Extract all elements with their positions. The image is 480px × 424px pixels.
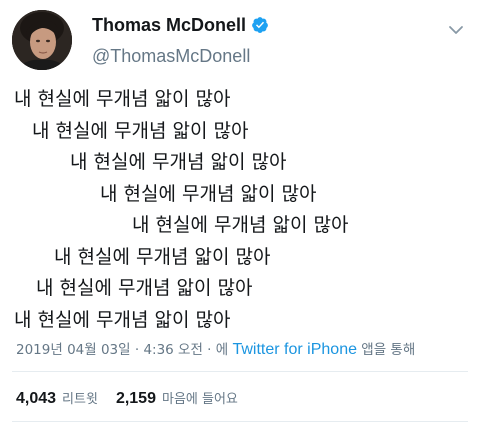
tweet-meta: 2019년 04월 03일 · 4:36 오전 · 에 Twitter for … xyxy=(16,338,415,359)
avatar[interactable] xyxy=(12,10,72,70)
author-names: Thomas McDonell @ThomasMcDonell xyxy=(92,14,269,67)
tweet-line: 내 현실에 무개념 앏이 많아 xyxy=(36,277,253,299)
tweet-text: 내 현실에 무개념 앏이 많아 내 현실에 무개념 앏이 많아 내 현실에 무개… xyxy=(14,84,474,336)
likes-label[interactable]: 마음에 들어요 xyxy=(162,388,238,407)
divider xyxy=(12,421,468,422)
meta-separator: · 에 xyxy=(202,342,233,358)
tweet-card: Thomas McDonell @ThomasMcDonell 내 현실에 무개… xyxy=(0,0,480,424)
tweet-line: 내 현실에 무개념 앏이 많아 xyxy=(70,151,287,173)
retweets-label[interactable]: 리트윗 xyxy=(62,388,98,407)
tweet-line: 내 현실에 무개념 앏이 많아 xyxy=(14,308,231,331)
chevron-down-icon[interactable] xyxy=(446,20,466,40)
tweet-line: 내 현실에 무개념 앏이 많아 xyxy=(32,119,249,142)
handle[interactable]: @ThomasMcDonell xyxy=(92,46,269,67)
tweet-time[interactable]: 4:36 오전 xyxy=(143,342,202,358)
tweet-line: 내 현실에 무개념 앏이 많아 xyxy=(132,214,349,236)
tweet-date[interactable]: 2019년 04월 03일 xyxy=(16,342,131,358)
likes-count[interactable]: 2,159 xyxy=(116,390,156,408)
tweet-line: 내 현실에 무개념 앏이 많아 xyxy=(54,245,271,268)
meta-separator: · xyxy=(130,342,144,358)
verified-badge-icon xyxy=(251,16,269,34)
avatar-image xyxy=(12,10,72,70)
tweet-line: 내 현실에 무개념 앏이 많아 xyxy=(100,182,317,205)
display-name[interactable]: Thomas McDonell xyxy=(92,15,246,36)
tweet-line: 내 현실에 무개념 앏이 많아 xyxy=(14,88,231,110)
retweets-count[interactable]: 4,043 xyxy=(16,390,56,408)
tweet-header: Thomas McDonell @ThomasMcDonell xyxy=(12,8,468,72)
divider xyxy=(12,371,468,372)
source-suffix: 앱을 통해 xyxy=(356,342,416,358)
source-link[interactable]: Twitter for iPhone xyxy=(232,341,357,358)
display-name-row: Thomas McDonell xyxy=(92,14,269,36)
tweet-stats: 4,043 리트윗 2,159 마음에 들어요 xyxy=(16,388,256,408)
